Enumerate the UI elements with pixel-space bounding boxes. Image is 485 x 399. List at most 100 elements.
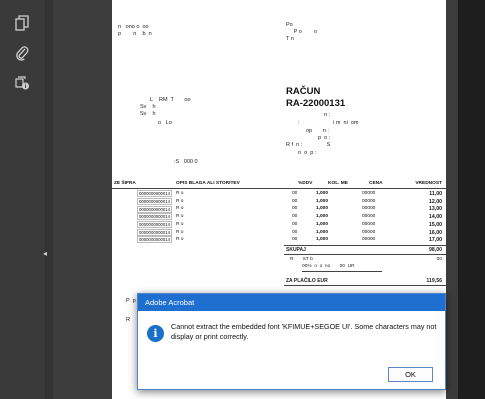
column-header: ZE ŠIFRA: [114, 181, 136, 186]
table-cell-ddv: 00: [292, 221, 298, 227]
table-cell-code: 0000000000014: [137, 228, 173, 236]
total-label: ZA PLAČILO EUR: [286, 278, 328, 284]
font-warning-dialog: Adobe Acrobat i Cannot extract the embed…: [137, 293, 446, 390]
seller-line: L RM T oo: [150, 97, 191, 103]
table-cell-kol: 1,000: [316, 198, 329, 204]
table-cell-kol: 1,000: [316, 206, 329, 212]
table-cell-cena: 00000: [362, 229, 376, 235]
table-cell-ddv: 00: [292, 229, 298, 235]
divider: [284, 285, 446, 286]
table-cell-desc: R o: [176, 221, 184, 227]
table-cell-kol: 1,000: [316, 237, 329, 243]
table-cell-desc: R o: [176, 214, 184, 220]
table-cell-value: 13,00: [429, 206, 442, 213]
table-cell-code: 0000000000014: [137, 197, 173, 205]
header-left-line: p n b n: [118, 31, 152, 37]
header-right-line: Po: [286, 22, 293, 28]
subtotal-label: SKUPAJ: [286, 247, 306, 253]
footer-line: P p: [126, 298, 136, 304]
table-cell-desc: R o: [176, 229, 184, 235]
info-line: n :: [324, 112, 331, 118]
table-cell-ddv: 00: [292, 198, 298, 204]
info-line: op n :: [306, 128, 329, 134]
table-row: 0000000000014 R o 00 1,000 00000 16,00: [112, 228, 446, 237]
table-cell-code: 0000000000014: [137, 213, 173, 221]
ok-button[interactable]: OK: [388, 367, 433, 382]
table-row: 0000000000014 R o 00 1,000 00000 15,00: [112, 221, 446, 229]
seller-line: Sv h: [140, 104, 156, 110]
right-pane: [458, 0, 485, 399]
dialog-title: Adobe Acrobat: [138, 294, 445, 311]
tax-line: 00% o o no 00 UR: [302, 264, 355, 269]
subtotal-value: 98,00: [429, 247, 442, 253]
divider: [302, 271, 382, 272]
acrobat-window: ◂ n ono o oo p n b n Po P o o T n L RM T…: [0, 0, 485, 399]
seller-line: Sv h: [140, 111, 156, 117]
tax-value: 00: [436, 257, 442, 262]
footer-line: R: [126, 317, 130, 323]
table-cell-code: 0000000000014: [137, 236, 173, 244]
table-row: 0000000000014 R o 00 1,000 00000 17,00: [112, 236, 446, 244]
table-row: 0000000000014 R o 00 1,000 00000 14,00: [112, 213, 446, 221]
table-cell-code: 0000000000014: [137, 190, 173, 198]
collapse-panel-icon[interactable]: ◂: [40, 246, 50, 260]
column-header: KOL. ME: [328, 181, 348, 186]
table-cell-value: 15,00: [429, 221, 442, 228]
table-cell-value: 16,00: [429, 229, 442, 236]
copy-pages-icon[interactable]: [8, 10, 36, 36]
table-row: 0000000000014 R o 00 1,000 00000 12,00: [112, 197, 446, 206]
table-cell-cena: 00000: [362, 237, 376, 243]
column-header: CENA: [369, 181, 383, 186]
total-value: 119,56: [426, 278, 442, 284]
dialog-message: Cannot extract the embedded font 'KFIMUE…: [171, 322, 437, 341]
column-header: %DDV: [298, 181, 313, 186]
table-cell-value: 11,00: [429, 191, 442, 197]
table-cell-kol: 1,000: [316, 214, 329, 220]
table-cell-ddv: 00: [292, 237, 298, 243]
attachment-icon[interactable]: [8, 40, 36, 66]
table-cell-desc: R o: [176, 206, 184, 212]
header-right-line: T n: [286, 36, 294, 42]
table-cell-cena: 00000: [362, 214, 376, 220]
table-cell-kol: 1,000: [316, 229, 329, 235]
tax-line: R ST b: [290, 257, 313, 262]
info-line: p o :: [318, 135, 331, 141]
divider: [112, 188, 446, 189]
header-right-line: P o o: [286, 29, 318, 35]
info-line: : i m ni om: [298, 120, 359, 126]
table-cell-value: 17,00: [429, 237, 442, 244]
info-icon: i: [147, 325, 164, 342]
invoice-number: RA-22000131: [286, 98, 346, 109]
table-cell-value: 12,00: [429, 198, 442, 205]
table-cell-code: 0000000000014: [137, 205, 173, 213]
table-cell-kol: 1,000: [316, 191, 329, 196]
divider: [284, 245, 446, 246]
table-row: 0000000000014 R o 00 1,000 00000 11,00: [112, 190, 446, 198]
panel-divider: [45, 0, 53, 399]
stamp-icon[interactable]: [8, 70, 36, 96]
table-cell-desc: R o: [176, 198, 184, 204]
header-left-line: n ono o oo: [118, 24, 149, 30]
table-cell-kol: 1,000: [316, 221, 329, 227]
invoice-title: RAČUN: [286, 86, 321, 97]
left-tool-rail: [0, 0, 45, 399]
column-header: OPIS BLAGA ALI STORITEV: [176, 181, 240, 186]
divider: [284, 254, 446, 255]
table-cell-ddv: 00: [292, 206, 298, 212]
table-cell-cena: 00000: [362, 191, 376, 196]
table-cell-ddv: 00: [292, 191, 298, 196]
table-cell-code: 0000000000014: [137, 221, 173, 229]
table-cell-ddv: 00: [292, 214, 298, 220]
table-cell-value: 14,00: [429, 214, 442, 221]
table-cell-cena: 00000: [362, 206, 376, 212]
info-line: o o p :: [298, 150, 317, 156]
column-header: VREDNOST: [415, 181, 442, 186]
table-cell-cena: 00000: [362, 198, 376, 204]
table-header: ZE ŠIFRA OPIS BLAGA ALI STORITEV %DDV KO…: [112, 180, 446, 188]
summary-line: :S 000 0: [174, 159, 198, 165]
table-cell-desc: R o: [176, 191, 184, 196]
seller-line: o Lo: [158, 120, 172, 126]
table-cell-cena: 00000: [362, 221, 376, 227]
table-row: 0000000000014 R o 00 1,000 00000 13,00: [112, 205, 446, 213]
table-cell-desc: R o: [176, 237, 184, 243]
